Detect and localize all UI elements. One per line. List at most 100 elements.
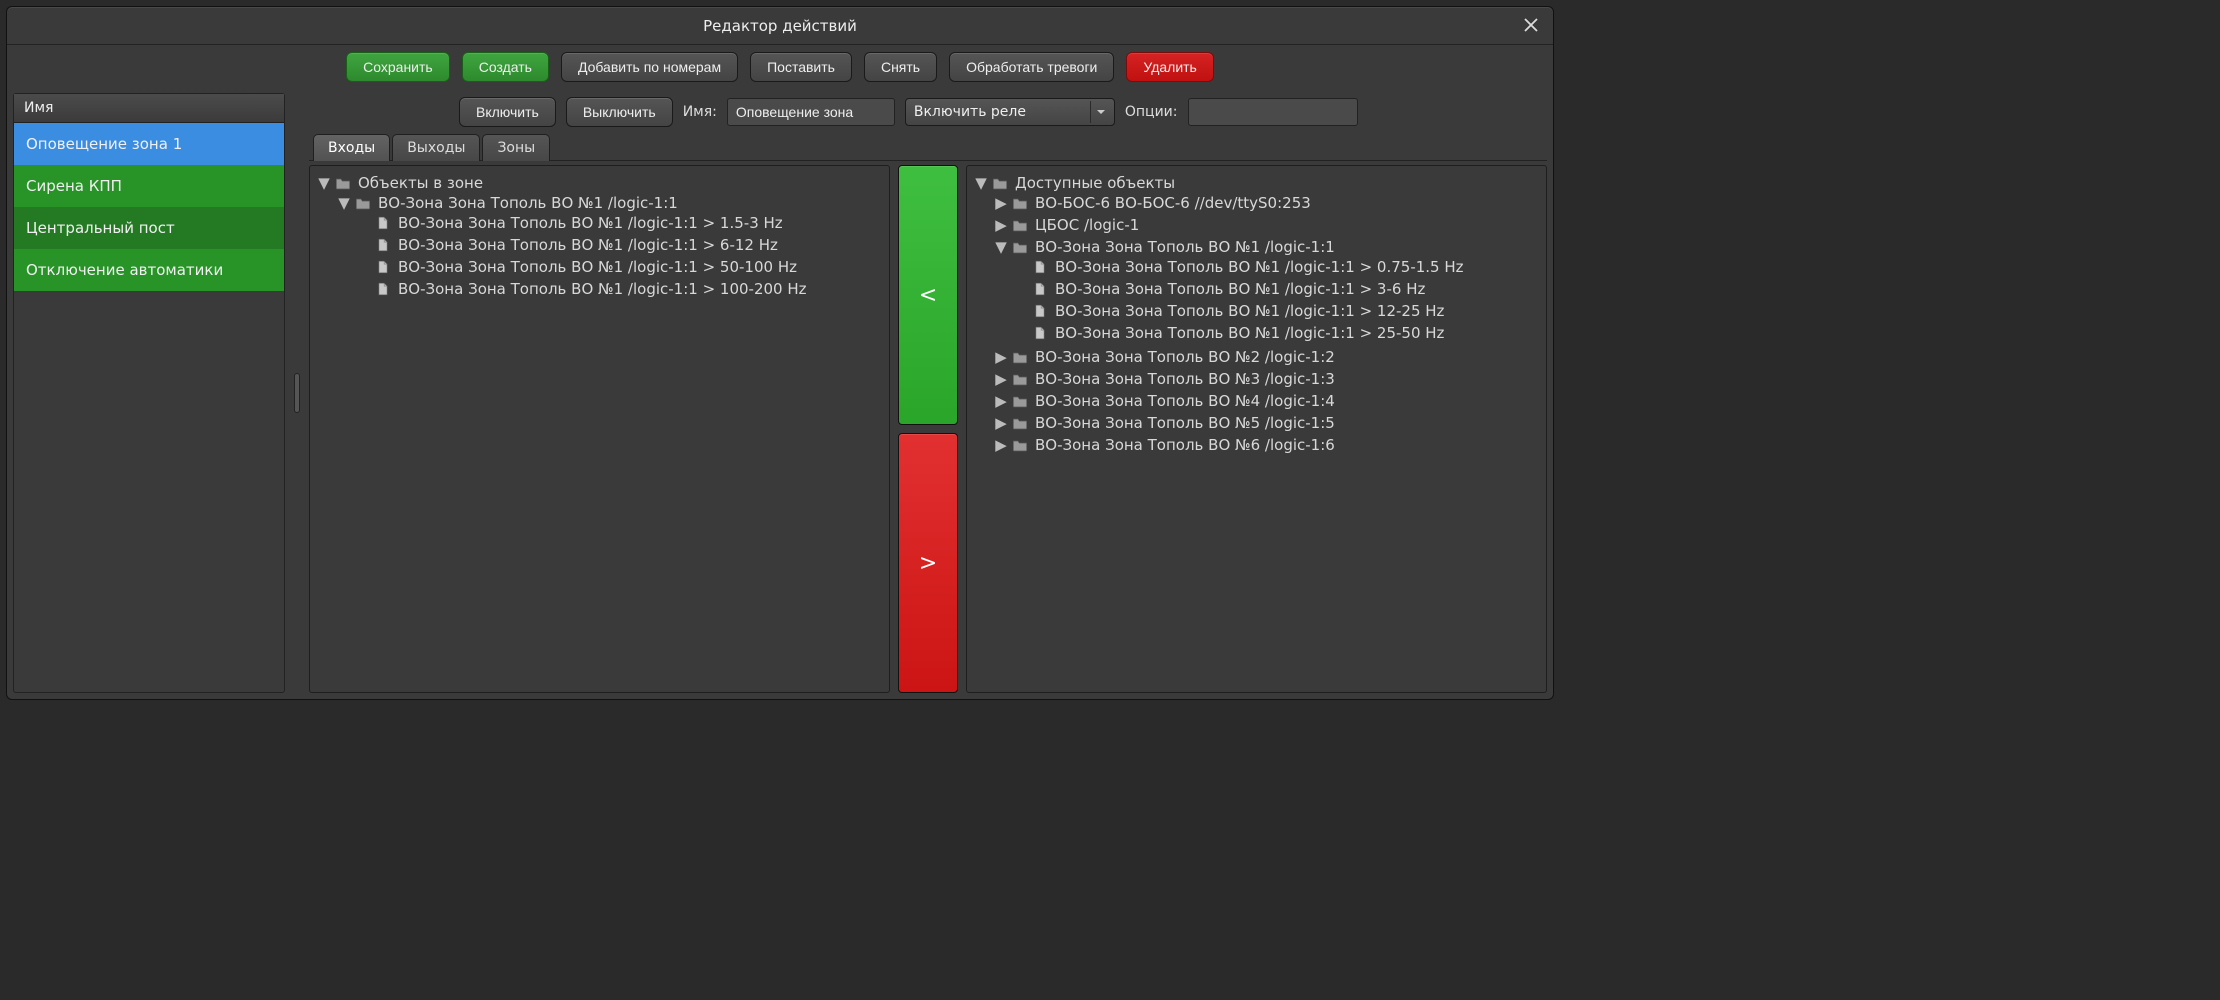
arm-button[interactable]: Поставить [750,52,852,82]
tab-inputs[interactable]: Входы [313,134,390,161]
tree-label: Доступные объекты [1013,174,1175,192]
folder-icon [1011,393,1029,409]
splitter-handle-icon [294,373,300,413]
sidebar-item[interactable]: Оповещение зона 1 [14,123,284,165]
collapse-icon[interactable]: ▼ [338,194,350,212]
save-button[interactable]: Сохранить [346,52,450,82]
main-toolbar: Сохранить Создать Добавить по номерам По… [7,45,1553,89]
tree-row[interactable]: ▼ Объекты в зоне [318,174,881,192]
tree-row[interactable]: ▼ ВО-Зона Зона Тополь ВО №1 /logic-1:1 [338,194,881,212]
tree-label: ВО-Зона Зона Тополь ВО №1 /logic-1:1 > 3… [1053,280,1425,298]
action-combo[interactable]: Включить реле [905,98,1115,126]
name-label: Имя: [683,104,717,120]
sidebar-item[interactable]: Сирена КПП [14,165,284,207]
add-by-numbers-button[interactable]: Добавить по номерам [561,52,738,82]
available-objects-tree[interactable]: ▼ Доступные объекты ▶ВО-БОС-6 ВО-БОС-6 //d… [966,165,1547,693]
tree-row[interactable]: ВО-Зона Зона Тополь ВО №1 /logic-1:1 > 5… [358,258,881,276]
sidebar-item[interactable]: Центральный пост [14,207,284,249]
folder-icon [1011,415,1029,431]
tree-label: ВО-Зона Зона Тополь ВО №1 /logic-1:1 > 1… [396,214,783,232]
folder-icon [334,175,352,191]
tree-row[interactable]: ВО-Зона Зона Тополь ВО №1 /logic-1:1 > 1… [358,280,881,298]
main-area: Включить Выключить Имя: Включить реле Оп… [309,93,1547,693]
expand-icon[interactable]: ▶ [995,414,1007,432]
folder-icon [1011,349,1029,365]
tree-row[interactable]: ▶ ВО-Зона Зона Тополь ВО №6 /logic-1:6 [995,436,1538,454]
move-right-button[interactable]: > [898,433,958,693]
tree-row[interactable]: ВО-Зона Зона Тополь ВО №1 /logic-1:1 > 6… [358,236,881,254]
enable-button[interactable]: Включить [459,97,556,127]
tree-label: ЦБОС /logic-1 [1033,216,1139,234]
tree-row[interactable]: ВО-Зона Зона Тополь ВО №1 /logic-1:1 > 3… [1015,280,1538,298]
chevron-down-icon [1090,101,1112,123]
tabs: Входы Выходы Зоны [309,134,1547,161]
tree-row[interactable]: ▶ВО-Зона Зона Тополь ВО №2 /logic-1:2 [995,348,1538,366]
expand-icon[interactable]: ▶ [995,194,1007,212]
expand-icon[interactable]: ▶ [995,216,1007,234]
tree-row[interactable]: ▼ Доступные объекты [975,174,1538,192]
delete-button[interactable]: Удалить [1126,52,1213,82]
tab-outputs[interactable]: Выходы [392,134,480,161]
folder-icon [1011,195,1029,211]
tree-label: ВО-Зона Зона Тополь ВО №1 /logic-1:1 > 5… [396,258,797,276]
file-icon [1031,325,1049,341]
sidebar-item[interactable]: Отключение автоматики [14,249,284,291]
tree-row[interactable]: ВО-Зона Зона Тополь ВО №1 /logic-1:1 > 0… [1015,258,1538,276]
tree-label: ВО-Зона Зона Тополь ВО №1 /logic-1:1 > 0… [1053,258,1464,276]
disable-button[interactable]: Выключить [566,97,673,127]
tree-label: ВО-Зона Зона Тополь ВО №1 /logic-1:1 > 2… [1053,324,1444,342]
file-icon [374,215,392,231]
tree-row[interactable]: ▶ ВО-Зона Зона Тополь ВО №5 /logic-1:5 [995,414,1538,432]
sub-toolbar: Включить Выключить Имя: Включить реле Оп… [309,93,1547,133]
create-button[interactable]: Создать [462,52,549,82]
transfer-buttons: < > [898,165,958,693]
tree-row[interactable]: ▶ ВО-Зона Зона Тополь ВО №4 /logic-1:4 [995,392,1538,410]
tree-row[interactable]: ▼ ВО-Зона Зона Тополь ВО №1 /logic-1:1 [995,238,1538,256]
tree-row[interactable]: ВО-Зона Зона Тополь ВО №1 /logic-1:1 > 2… [1015,324,1538,342]
collapse-icon[interactable]: ▼ [995,238,1007,256]
folder-icon [991,175,1009,191]
tree-label: ВО-Зона Зона Тополь ВО №1 /logic-1:1 > 6… [396,236,778,254]
disarm-button[interactable]: Снять [864,52,937,82]
tree-label: ВО-Зона Зона Тополь ВО №4 /logic-1:4 [1033,392,1335,410]
sidebar-header: Имя [14,94,284,123]
expand-icon[interactable]: ▶ [995,392,1007,410]
zone-objects-tree[interactable]: ▼ Объекты в зоне ▼ ВО-Зона Зона Тополь ВО №… [309,165,890,693]
file-icon [374,259,392,275]
folder-icon [1011,437,1029,453]
file-icon [1031,259,1049,275]
tree-label: ВО-Зона Зона Тополь ВО №6 /logic-1:6 [1033,436,1335,454]
folder-icon [1011,371,1029,387]
titlebar: Редактор действий [7,7,1553,45]
actions-sidebar: Имя Оповещение зона 1Сирена КППЦентральн… [13,93,285,693]
tree-row[interactable]: ВО-Зона Зона Тополь ВО №1 /logic-1:1 > 1… [358,214,881,232]
tree-label: ВО-Зона Зона Тополь ВО №3 /logic-1:3 [1033,370,1335,388]
tree-row[interactable]: ▶ВО-БОС-6 ВО-БОС-6 //dev/ttyS0:253 [995,194,1538,212]
tree-row[interactable]: ВО-Зона Зона Тополь ВО №1 /logic-1:1 > 1… [1015,302,1538,320]
options-input[interactable] [1188,98,1358,126]
expand-icon[interactable]: ▶ [995,348,1007,366]
folder-icon [354,195,372,211]
tree-label: ВО-Зона Зона Тополь ВО №1 /logic-1:1 [1033,238,1335,256]
move-left-button[interactable]: < [898,165,958,425]
collapse-icon[interactable]: ▼ [975,174,987,192]
expand-icon[interactable]: ▶ [995,436,1007,454]
tree-label: Объекты в зоне [356,174,483,192]
expand-icon[interactable]: ▶ [995,370,1007,388]
tab-zones[interactable]: Зоны [482,134,550,161]
splitter[interactable] [293,93,301,693]
collapse-icon[interactable]: ▼ [318,174,330,192]
process-alarms-button[interactable]: Обработать тревоги [949,52,1114,82]
tree-label: ВО-Зона Зона Тополь ВО №1 /logic-1:1 [376,194,678,212]
body: Имя Оповещение зона 1Сирена КППЦентральн… [7,89,1553,699]
options-label: Опции: [1125,104,1178,120]
tree-row[interactable]: ▶ ЦБОС /logic-1 [995,216,1538,234]
action-combo-value: Включить реле [914,104,1026,120]
tree-row[interactable]: ▶ ВО-Зона Зона Тополь ВО №3 /logic-1:3 [995,370,1538,388]
file-icon [1031,303,1049,319]
file-icon [1031,281,1049,297]
tree-label: ВО-Зона Зона Тополь ВО №5 /logic-1:5 [1033,414,1335,432]
name-input[interactable] [727,98,895,126]
close-button[interactable] [1517,11,1545,39]
panels: ▼ Объекты в зоне ▼ ВО-Зона Зона Тополь ВО №… [309,160,1547,693]
